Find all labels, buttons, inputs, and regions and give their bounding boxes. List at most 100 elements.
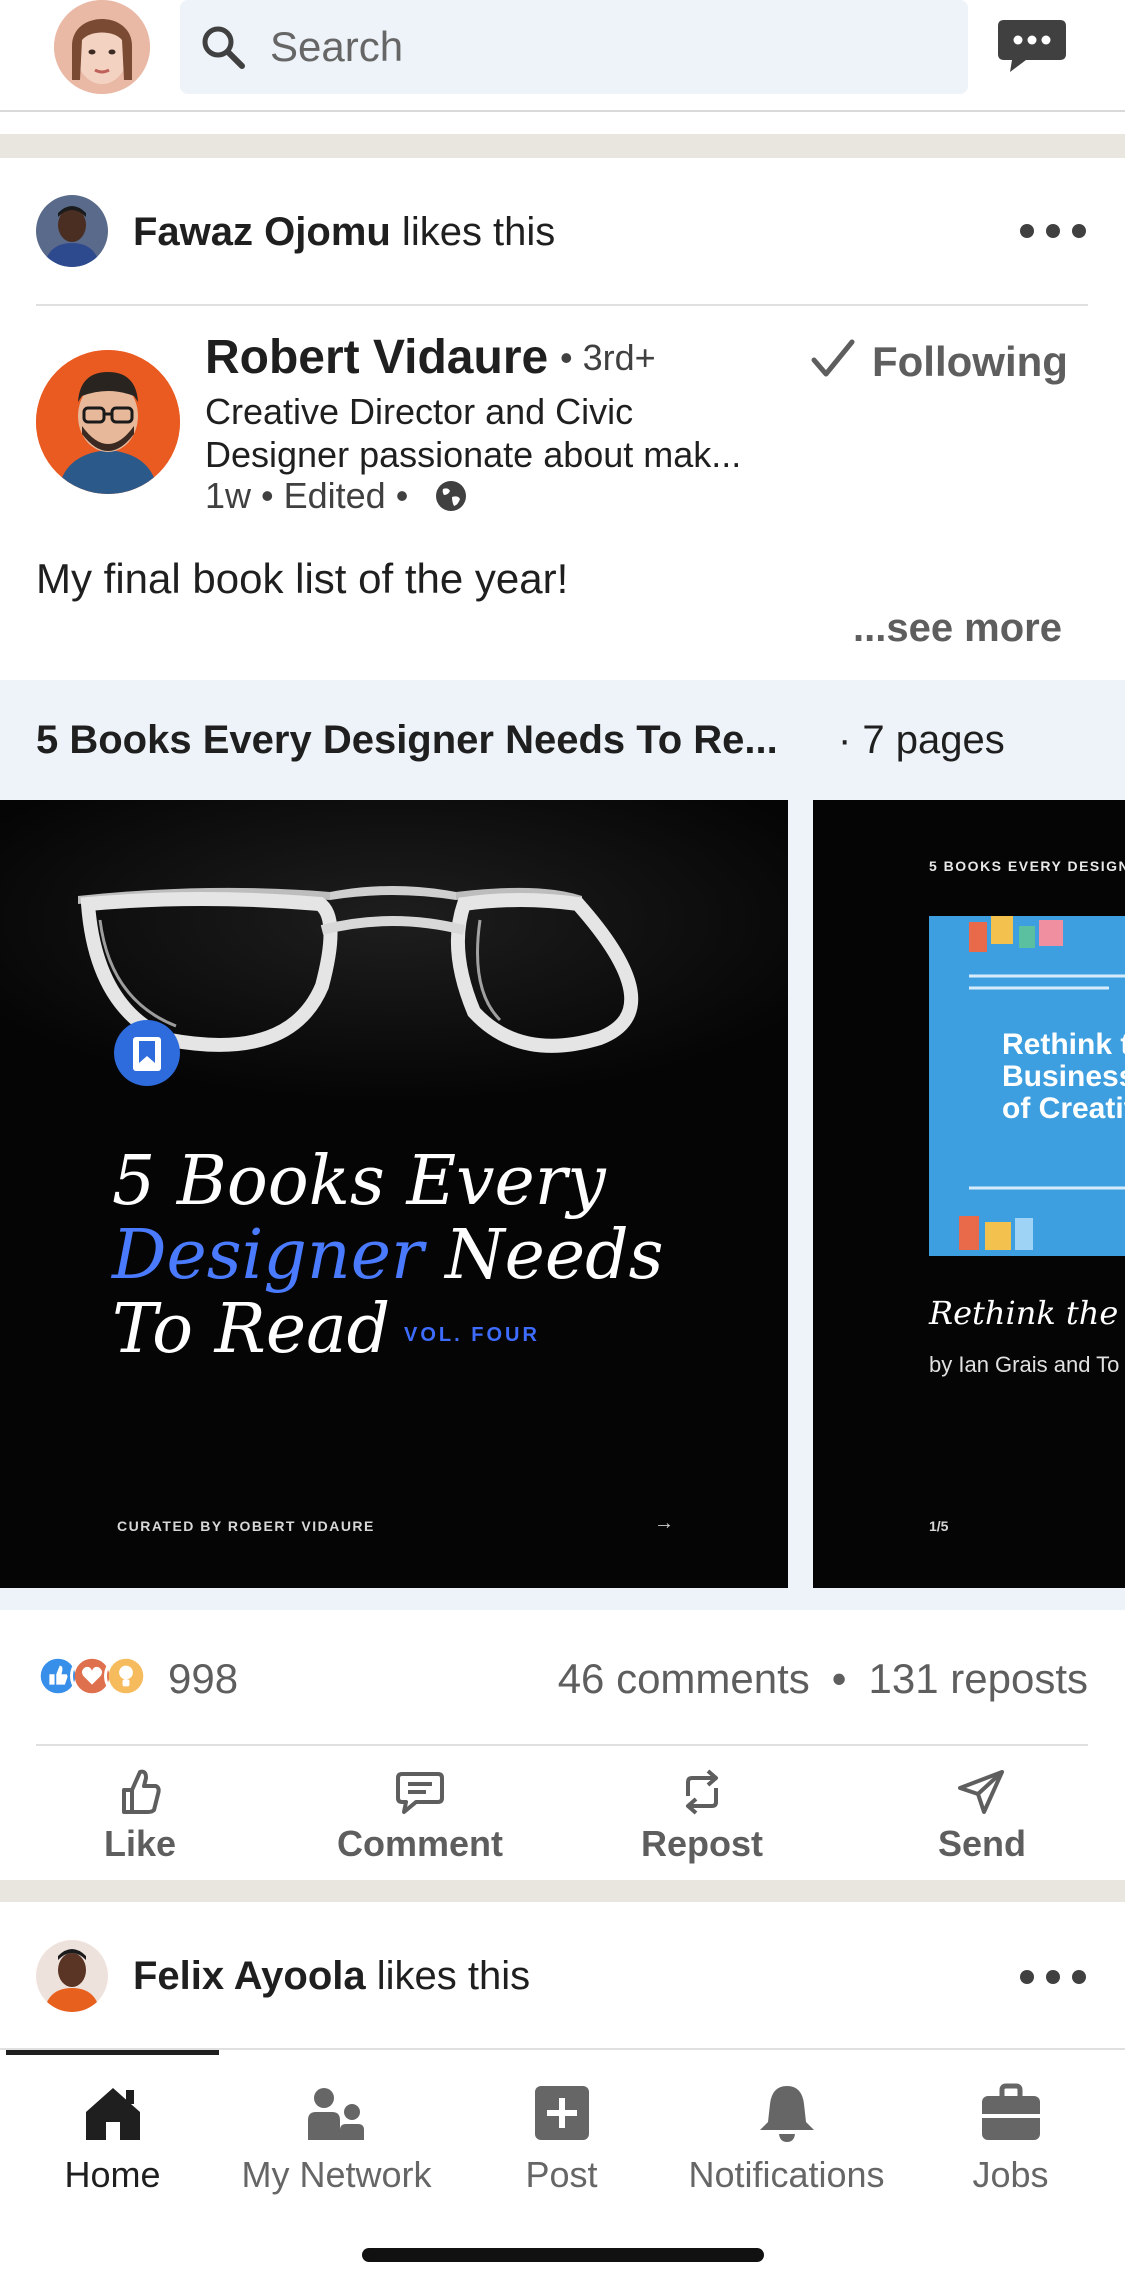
book-title-line-1: Rethink th (1002, 1028, 1125, 1061)
next-liker-avatar-image (36, 1940, 108, 2012)
slide-2-page-indicator: 1/5 (929, 1518, 949, 1534)
search-icon (202, 26, 245, 69)
send-button[interactable]: Send (862, 1748, 1102, 1878)
post-meta: 1w • Edited • (205, 475, 409, 516)
bookmark-icon (114, 1020, 180, 1086)
following-label: Following (872, 338, 1068, 385)
checkmark-icon (811, 339, 855, 377)
insightful-reaction-icon (104, 1654, 148, 1698)
comment-icon (396, 1772, 444, 1814)
next-post-social-row: Felix Ayoola likes this (0, 1902, 1125, 2048)
headline-line-1: Creative Director and Civic (205, 391, 634, 432)
send-label: Send (937, 1823, 1026, 1864)
nav-home[interactable]: Home (0, 2068, 225, 2218)
comment-label: Comment (336, 1823, 503, 1864)
active-tab-indicator (6, 2050, 219, 2055)
comment-button[interactable]: Comment (300, 1748, 540, 1878)
network-icon (307, 2088, 364, 2140)
post-actions: Like Comment Repost Send (0, 1748, 1125, 1878)
book-title: Rethink th Business of Creativ (1002, 1029, 1125, 1125)
next-liker-name[interactable]: Felix Ayoola (133, 1954, 366, 1998)
slide-2-caption: Rethink the B (929, 1294, 1125, 1332)
add-post-icon (534, 2086, 589, 2140)
book-title-line-2: Business (1002, 1060, 1125, 1093)
author-avatar[interactable] (36, 350, 180, 494)
home-indicator (362, 2248, 764, 2262)
slide-1-line-2: Designer Needs (112, 1219, 664, 1293)
slide-1-line-1: 5 Books Every (112, 1142, 606, 1221)
home-icon (85, 2088, 140, 2140)
nav-my-network[interactable]: My Network (224, 2068, 449, 2218)
nav-network-label: My Network (241, 2154, 432, 2195)
like-button[interactable]: Like (20, 1748, 260, 1878)
feed-separator-2 (0, 1880, 1125, 1902)
document-page-count: · 7 pages (838, 718, 1005, 762)
briefcase-icon (981, 2083, 1040, 2140)
book-title-line-3: of Creativ (1002, 1092, 1125, 1125)
liker-avatar[interactable] (36, 195, 108, 267)
slide-1-highlight: Designer (112, 1216, 424, 1295)
nav-notifications-label: Notifications (688, 2154, 885, 2195)
slide-1-volume: VOL. FOUR (404, 1324, 540, 1346)
post-divider (36, 304, 1088, 306)
globe-icon (436, 481, 466, 511)
actions-divider (36, 1744, 1088, 1746)
slide-2-label: 5 BOOKS EVERY DESIGN (929, 858, 1125, 874)
slide-1-title: 5 Books Every Designer Needs To Read (112, 1145, 664, 1367)
slide-1-arrow-icon: → (654, 1512, 674, 1534)
social-action: likes this (390, 210, 556, 254)
author-headline: Creative Director and Civic Designer pas… (205, 390, 795, 476)
nav-home-label: Home (64, 2154, 161, 2195)
nav-post-label: Post (525, 2154, 598, 2195)
nav-jobs-label: Jobs (972, 2154, 1049, 2195)
slide-1-curated: CURATED BY ROBERT VIDAURE (117, 1518, 375, 1534)
search-placeholder: Search (270, 23, 404, 70)
profile-avatar[interactable] (54, 0, 150, 94)
author-name[interactable]: Robert Vidaure (205, 330, 548, 386)
slide-2-book-cover: Rethink th Business of Creativ (929, 916, 1125, 1256)
connection-degree: • 3rd+ (560, 337, 656, 378)
bell-icon (759, 2086, 814, 2142)
nav-jobs[interactable]: Jobs (898, 2068, 1123, 2218)
nav-notifications[interactable]: Notifications (674, 2068, 899, 2218)
slide-1-line-2-rest: Needs (423, 1216, 664, 1295)
comments-count[interactable]: 46 comments (558, 1655, 810, 1702)
reposts-count[interactable]: 131 reposts (869, 1655, 1088, 1702)
next-liker-avatar[interactable] (36, 1940, 108, 2012)
liker-name[interactable]: Fawaz Ojomu (133, 210, 391, 254)
author-avatar-image (36, 350, 180, 494)
repost-button[interactable]: Repost (582, 1748, 822, 1878)
liker-avatar-image (36, 195, 108, 267)
bookmark-glyph (133, 1037, 161, 1071)
top-bar: Search (0, 0, 1125, 112)
slide-2-byline: by Ian Grais and To (929, 1352, 1120, 1377)
reaction-count[interactable]: 998 (168, 1654, 238, 1704)
post-text: My final book list of the year! (36, 555, 569, 602)
repost-label: Repost (640, 1823, 763, 1864)
slide-1-line-3: To Read (112, 1290, 391, 1369)
document-carousel[interactable]: 5 Books Every Designer Needs To Read VOL… (0, 800, 1125, 1610)
messaging-icon[interactable] (996, 14, 1068, 78)
next-post-more-options-icon[interactable] (1020, 1970, 1086, 1990)
post-more-options-icon[interactable] (1020, 224, 1086, 244)
social-context-text: Fawaz Ojomu likes this (133, 208, 555, 256)
like-icon (122, 1769, 161, 1814)
document-slide-1[interactable]: 5 Books Every Designer Needs To Read VOL… (0, 800, 788, 1588)
search-input[interactable]: Search (180, 0, 968, 94)
profile-avatar-image (54, 0, 150, 94)
document-header[interactable]: 5 Books Every Designer Needs To Re... · … (0, 680, 1125, 800)
document-slide-2[interactable]: 5 BOOKS EVERY DESIGN Rethink th Business… (813, 800, 1125, 1588)
social-context-row: Fawaz Ojomu likes this (0, 160, 1125, 305)
repost-icon (686, 1769, 718, 1815)
feed-separator (0, 134, 1125, 158)
send-icon (958, 1770, 1004, 1814)
see-more-link[interactable]: ...see more (853, 604, 1062, 652)
next-social-text: Felix Ayoola likes this (133, 1952, 530, 2000)
headline-line-2: Designer passionate about mak... (205, 434, 742, 475)
engagement-stats: 46 comments • 131 reposts (558, 1654, 1088, 1704)
document-title: 5 Books Every Designer Needs To Re... (36, 718, 778, 762)
stats-separator: • (831, 1655, 847, 1702)
nav-post[interactable]: Post (449, 2068, 674, 2218)
like-label: Like (103, 1823, 177, 1864)
next-social-action: likes this (365, 1954, 531, 1998)
